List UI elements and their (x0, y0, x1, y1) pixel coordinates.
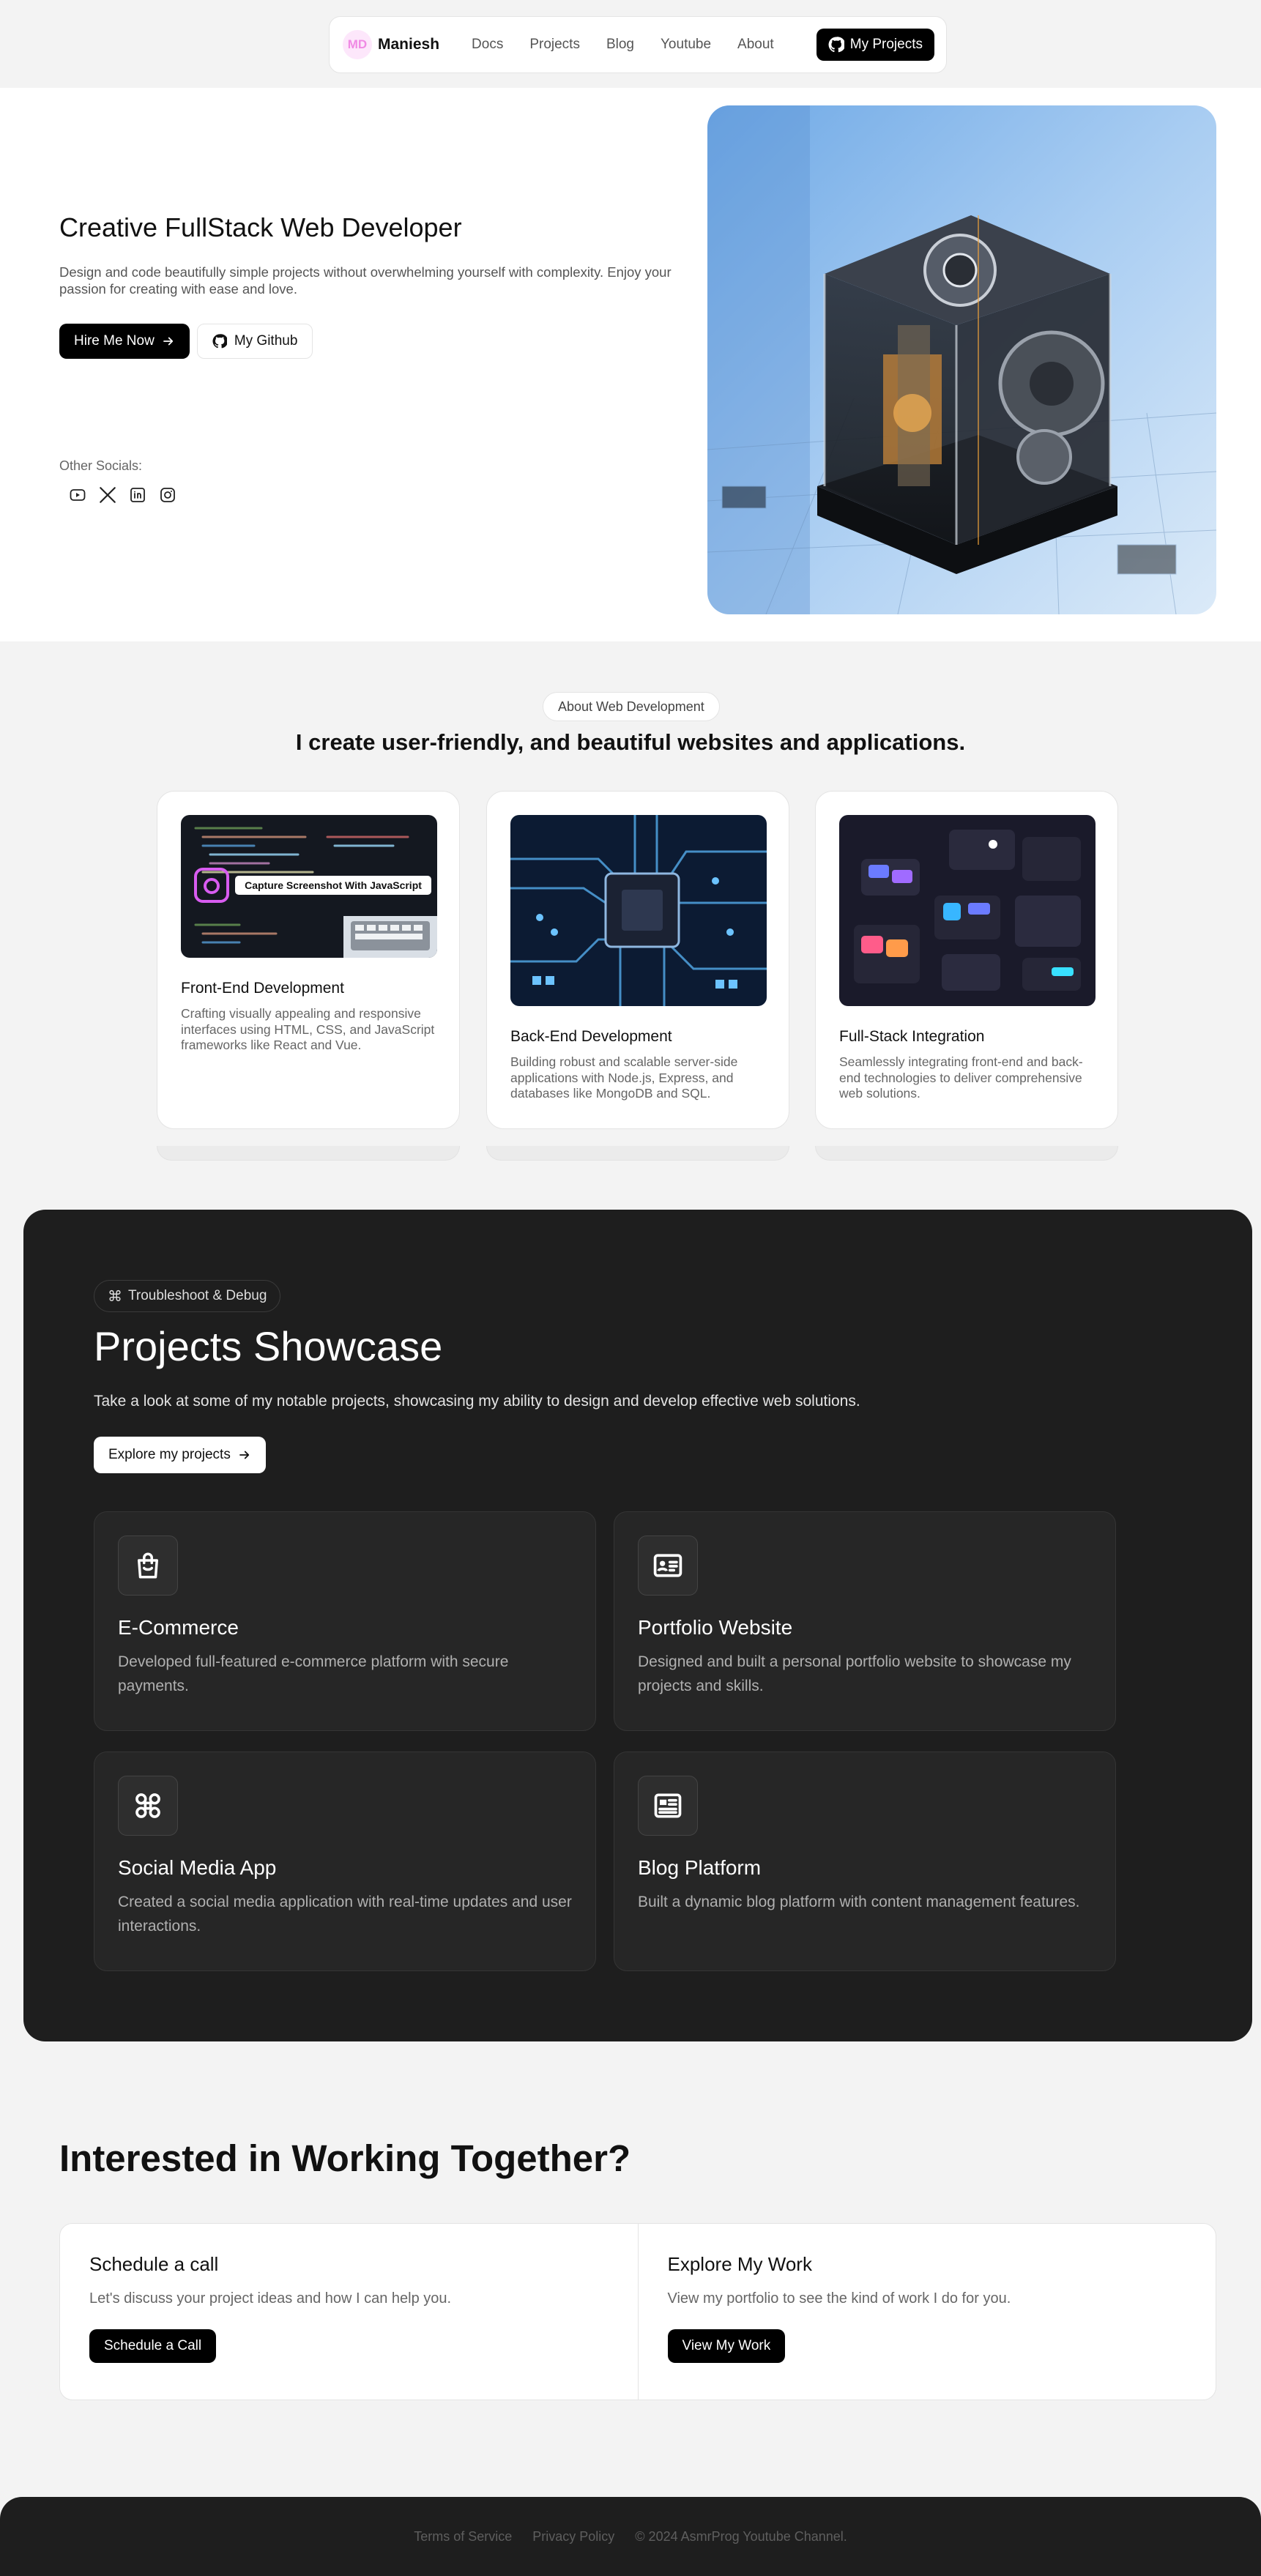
hire-me-button[interactable]: Hire Me Now (59, 324, 190, 359)
card-stack-shadow (486, 1146, 789, 1161)
service-title: Full-Stack Integration (839, 1028, 985, 1045)
project-description: Developed full-featured e-commerce platf… (118, 1653, 509, 1694)
copyright: © 2024 AsmrProg Youtube Channel. (635, 2528, 847, 2544)
projects-description: Take a look at some of my notable projec… (94, 1393, 860, 1410)
project-card-social-media[interactable]: Social Media App Created a social media … (94, 1752, 596, 1971)
projects-title: Projects Showcase (94, 1323, 443, 1369)
service-title: Back-End Development (510, 1028, 672, 1045)
project-title: E-Commerce (118, 1616, 239, 1639)
explore-projects-button[interactable]: Explore my projects (94, 1437, 266, 1473)
instagram-icon[interactable] (157, 485, 178, 505)
explore-work-option: Explore My Work View my portfolio to see… (637, 2224, 1216, 2400)
schedule-call-button[interactable]: Schedule a Call (89, 2329, 217, 2363)
frontend-card-image: Capture Screenshot With JavaScript (181, 815, 437, 958)
project-title: Social Media App (118, 1856, 277, 1879)
service-description: Crafting visually appealing and responsi… (181, 1006, 435, 1052)
my-projects-button[interactable]: My Projects (816, 29, 934, 61)
projects-chip-label: Troubleshoot & Debug (128, 1288, 267, 1303)
github-icon (828, 37, 844, 53)
card-stack-shadow (815, 1146, 1118, 1161)
arrow-right-icon (239, 1451, 249, 1459)
contact-options: Schedule a call Let's discuss your proje… (59, 2223, 1216, 2400)
project-description: Built a dynamic blog platform with conte… (638, 1894, 1080, 1910)
schedule-call-option: Schedule a call Let's discuss your proje… (60, 2224, 638, 2400)
hero-section: Creative FullStack Web Developer Design … (0, 88, 1261, 641)
view-my-work-button[interactable]: View My Work (667, 2329, 786, 2363)
brand[interactable]: MD Maniesh (343, 30, 439, 59)
id-card-icon (638, 1535, 698, 1596)
top-navbar: MD Maniesh Docs Projects Blog Youtube Ab… (329, 16, 947, 73)
github-icon (212, 334, 227, 349)
project-description: Created a social media application with … (118, 1894, 572, 1935)
hero-title: Creative FullStack Web Developer (59, 212, 462, 242)
option-description: Let's discuss your project ideas and how… (89, 2290, 452, 2307)
github-label: My Github (234, 333, 298, 349)
card-stack-shadow (157, 1146, 460, 1161)
nav-links: Docs Projects Blog Youtube About (458, 37, 787, 53)
project-description: Designed and built a personal portfolio … (638, 1653, 1071, 1694)
linkedin-icon[interactable] (127, 485, 148, 505)
service-title: Front-End Development (181, 980, 344, 997)
project-card-ecommerce[interactable]: E-Commerce Developed full-featured e-com… (94, 1511, 596, 1731)
option-title: Schedule a call (89, 2253, 219, 2275)
service-description: Seamlessly integrating front-end and bac… (839, 1054, 1083, 1101)
contact-title: Interested in Working Together? (59, 2137, 631, 2179)
command-icon: ⌘ (108, 1288, 122, 1305)
explore-projects-label: Explore my projects (108, 1447, 231, 1462)
service-description: Building robust and scalable server-side… (510, 1054, 738, 1101)
fullstack-card-image (839, 815, 1096, 1006)
project-card-blog[interactable]: Blog Platform Built a dynamic blog platf… (614, 1752, 1116, 1971)
social-links (67, 485, 178, 505)
projects-section: ⌘ Troubleshoot & Debug Projects Showcase… (23, 1210, 1252, 2041)
project-title: Blog Platform (638, 1856, 762, 1879)
privacy-link[interactable]: Privacy Policy (532, 2529, 614, 2545)
youtube-icon[interactable] (67, 485, 88, 505)
backend-card-image (510, 815, 767, 1006)
service-card-backend[interactable]: Back-End Development Building robust and… (486, 791, 789, 1129)
x-icon[interactable] (97, 485, 118, 505)
service-card-frontend[interactable]: Capture Screenshot With JavaScript Front… (157, 791, 460, 1129)
nav-link-projects[interactable]: Projects (516, 37, 593, 53)
option-description: View my portfolio to see the kind of wor… (667, 2290, 1011, 2307)
brand-logo: MD (343, 30, 372, 59)
nav-link-about[interactable]: About (724, 37, 787, 53)
footer: Terms of Service Privacy Policy © 2024 A… (0, 2497, 1261, 2576)
nav-link-docs[interactable]: Docs (458, 37, 516, 53)
hero-description: Design and code beautifully simple proje… (59, 264, 672, 297)
frontend-image-caption: Capture Screenshot With JavaScript (245, 879, 422, 891)
service-card-fullstack[interactable]: Full-Stack Integration Seamlessly integr… (815, 791, 1118, 1129)
nav-link-blog[interactable]: Blog (593, 37, 647, 53)
option-title: Explore My Work (667, 2253, 812, 2275)
arrow-right-icon (163, 337, 173, 346)
command-icon (118, 1776, 178, 1836)
hire-me-label: Hire Me Now (74, 333, 155, 349)
hero-image-mechanical-cube (707, 105, 1216, 614)
terms-link[interactable]: Terms of Service (414, 2529, 512, 2545)
project-card-portfolio[interactable]: Portfolio Website Designed and built a p… (614, 1511, 1116, 1731)
newspaper-icon (638, 1776, 698, 1836)
about-heading: I create user-friendly, and beautiful we… (295, 729, 966, 755)
nav-link-youtube[interactable]: Youtube (647, 37, 724, 53)
about-chip: About Web Development (543, 692, 720, 721)
socials-label: Other Socials: (59, 458, 143, 473)
my-projects-label: My Projects (849, 37, 923, 52)
github-button[interactable]: My Github (196, 324, 313, 359)
project-title: Portfolio Website (638, 1616, 793, 1639)
shopping-bag-icon (118, 1535, 178, 1596)
hero-buttons: Hire Me Now My Github (59, 324, 313, 359)
projects-chip: ⌘ Troubleshoot & Debug (94, 1280, 281, 1312)
brand-name: Maniesh (378, 36, 440, 53)
